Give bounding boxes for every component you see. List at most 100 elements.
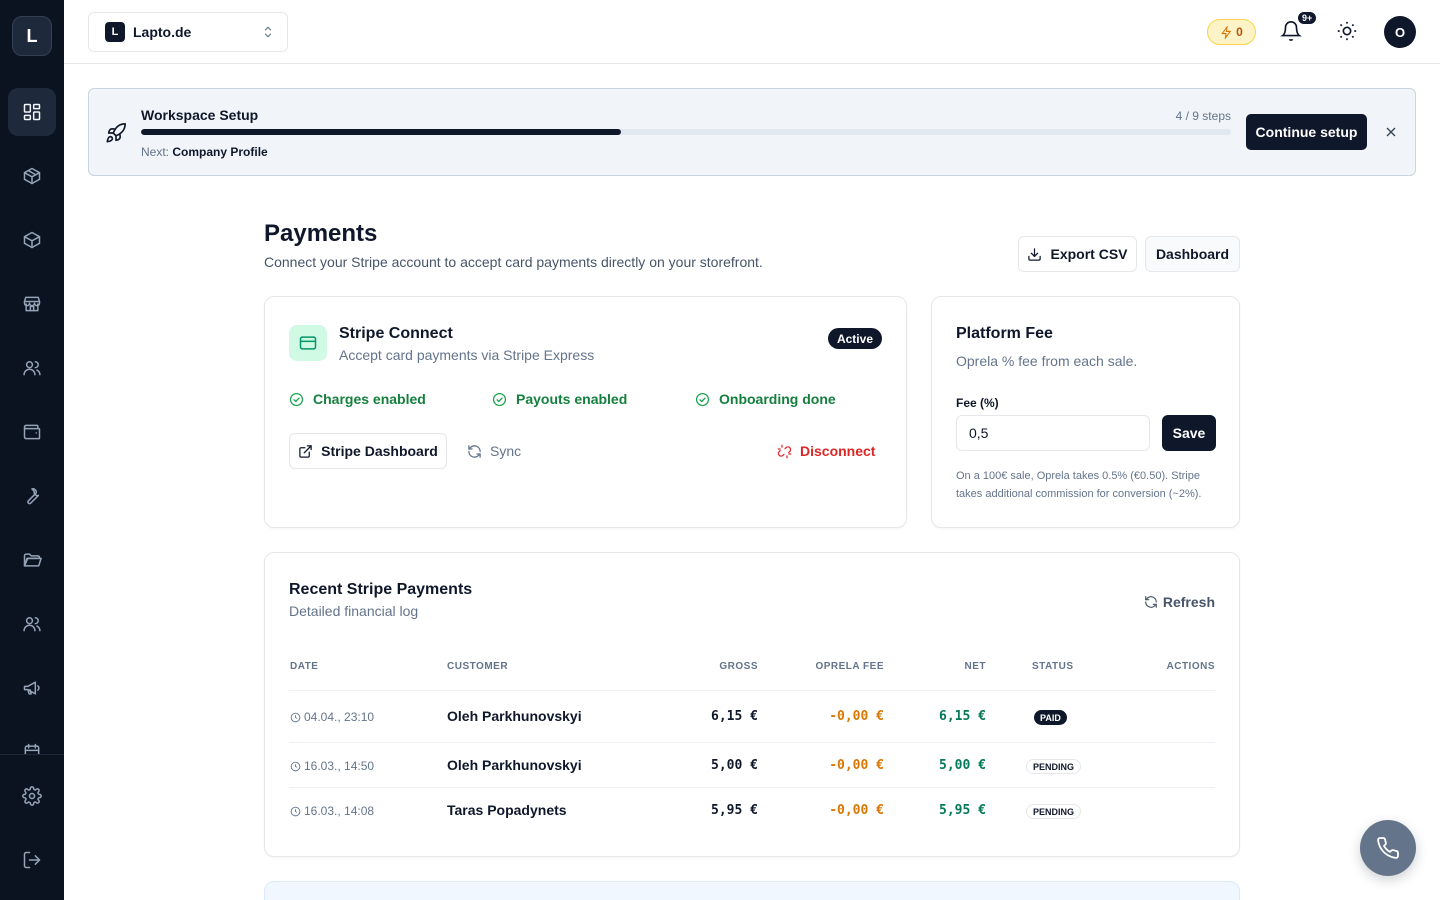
megaphone-icon (23, 681, 40, 695)
recent-payments-card: Recent Stripe Payments Detailed financia… (264, 552, 1240, 857)
column-header-fee: OPRELA FEE (815, 661, 884, 672)
check-circle-icon (492, 392, 507, 406)
info-card-partial (264, 881, 1240, 900)
close-setup-button[interactable] (1383, 124, 1399, 140)
refresh-icon (1145, 596, 1157, 608)
platform-fee-card: Platform Fee Oprela % fee from each sale… (931, 296, 1240, 528)
workspace-selector[interactable]: L Lapto.de (88, 12, 288, 52)
export-csv-label: Export CSV (1050, 246, 1128, 262)
box-icon (23, 231, 41, 249)
setup-next-value: Company Profile (172, 145, 268, 159)
sidebar-item-logout[interactable] (8, 836, 56, 884)
stripe-dashboard-label: Stripe Dashboard (321, 443, 438, 459)
top-bar: L Lapto.de 0 9+ O (64, 0, 1440, 64)
platform-fee-title: Platform Fee (956, 325, 1053, 342)
sidebar-item-payments[interactable] (8, 408, 56, 456)
continue-setup-button[interactable]: Continue setup (1246, 114, 1367, 150)
settings-icon (22, 786, 42, 806)
page-subtitle: Connect your Stripe account to accept ca… (264, 254, 763, 270)
table-row-date: 16.03., 14:50 (290, 759, 374, 773)
disconnect-label: Disconnect (800, 443, 876, 459)
sidebar-item-storefront[interactable] (8, 280, 56, 328)
onboarding-done-status: Onboarding done (695, 391, 836, 407)
setup-progress-fill (141, 129, 621, 135)
table-row-net: 5,95 € (939, 803, 986, 818)
status-badge: PAID (1034, 710, 1067, 725)
sidebar-divider (0, 754, 64, 755)
table-row-divider (289, 742, 1215, 743)
setup-next-label: Next: (141, 145, 170, 159)
column-header-customer: CUSTOMER (447, 661, 509, 672)
fee-input[interactable] (956, 415, 1150, 451)
credits-count: 0 (1236, 25, 1243, 39)
sidebar-item-dashboard[interactable] (8, 88, 56, 136)
phone-icon (1377, 837, 1399, 859)
calendar-icon (24, 743, 40, 754)
notifications-button[interactable]: 9+ (1280, 10, 1319, 44)
sidebar-item-team[interactable] (8, 600, 56, 648)
table-row-fee: -0,00 € (829, 758, 884, 773)
dashboard-icon (23, 103, 41, 121)
sidebar-item-products[interactable] (8, 152, 56, 200)
wrench-icon (27, 488, 40, 505)
users-icon (23, 361, 41, 376)
save-fee-button[interactable]: Save (1162, 415, 1216, 451)
recent-payments-title: Recent Stripe Payments (289, 581, 473, 598)
sidebar-item-settings[interactable] (8, 772, 56, 820)
table-row-net: 6,15 € (939, 709, 986, 724)
onboarding-done-label: Onboarding done (719, 391, 836, 407)
credit-card-icon (289, 325, 327, 361)
table-row-fee: -0,00 € (829, 709, 884, 724)
sidebar-item-files[interactable] (8, 536, 56, 584)
team-icon (23, 617, 41, 632)
workspace-setup-banner: Workspace Setup 4 / 9 steps Next: Compan… (88, 88, 1416, 176)
platform-fee-subtitle: Oprela % fee from each sale. (956, 353, 1138, 369)
credits-pill[interactable]: 0 (1207, 19, 1256, 45)
unlink-icon (777, 444, 792, 458)
setup-title: Workspace Setup (141, 107, 259, 123)
user-avatar[interactable]: O (1384, 16, 1416, 48)
sync-button[interactable]: Sync (467, 433, 521, 469)
sidebar-item-calendar[interactable] (8, 728, 56, 754)
store-icon (23, 296, 41, 312)
stripe-connect-subtitle: Accept card payments via Stripe Express (339, 347, 595, 363)
dashboard-label: Dashboard (1155, 246, 1230, 262)
page-title: Payments (264, 220, 378, 247)
app-logo[interactable]: L (12, 16, 52, 56)
rocket-icon (105, 122, 127, 144)
sidebar-item-customers[interactable] (8, 344, 56, 392)
date-text: 16.03., 14:50 (304, 759, 375, 773)
setup-progress-bar (141, 129, 1231, 135)
check-circle-icon (695, 392, 710, 406)
recent-payments-subtitle: Detailed financial log (289, 603, 419, 619)
fee-note: On a 100€ sale, Oprela takes 0.5% (€0.50… (956, 470, 1202, 500)
sidebar-item-inventory[interactable] (8, 216, 56, 264)
sync-label: Sync (490, 443, 522, 459)
charges-enabled-status: Charges enabled (289, 391, 426, 407)
wallet-icon (23, 424, 41, 440)
folder-icon (23, 553, 42, 567)
disconnect-button[interactable]: Disconnect (777, 433, 875, 469)
sidebar-item-tools[interactable] (8, 472, 56, 520)
column-header-net: NET (964, 661, 986, 672)
status-badge: PENDING (1026, 759, 1082, 774)
check-circle-icon (289, 392, 304, 406)
theme-toggle[interactable] (1336, 20, 1360, 44)
stripe-dashboard-button[interactable]: Stripe Dashboard (289, 433, 447, 469)
status-badge: Active (827, 328, 882, 349)
table-row-divider (289, 787, 1215, 788)
sidebar: L (0, 0, 64, 900)
call-support-button[interactable] (1360, 820, 1416, 876)
refresh-button[interactable]: Refresh (1144, 591, 1215, 613)
table-row-net: 5,00 € (939, 758, 986, 773)
package-icon (23, 167, 41, 185)
table-row-gross: 5,00 € (711, 758, 758, 773)
export-csv-button[interactable]: Export CSV (1018, 236, 1137, 272)
external-link-icon (299, 444, 312, 458)
sidebar-item-marketing[interactable] (8, 664, 56, 712)
workspace-badge: L (105, 22, 125, 42)
dashboard-button[interactable]: Dashboard (1145, 236, 1240, 272)
table-row-fee: -0,00 € (829, 803, 884, 818)
table-row-gross: 6,15 € (711, 709, 758, 724)
fee-field-label: Fee (%) (956, 396, 999, 410)
